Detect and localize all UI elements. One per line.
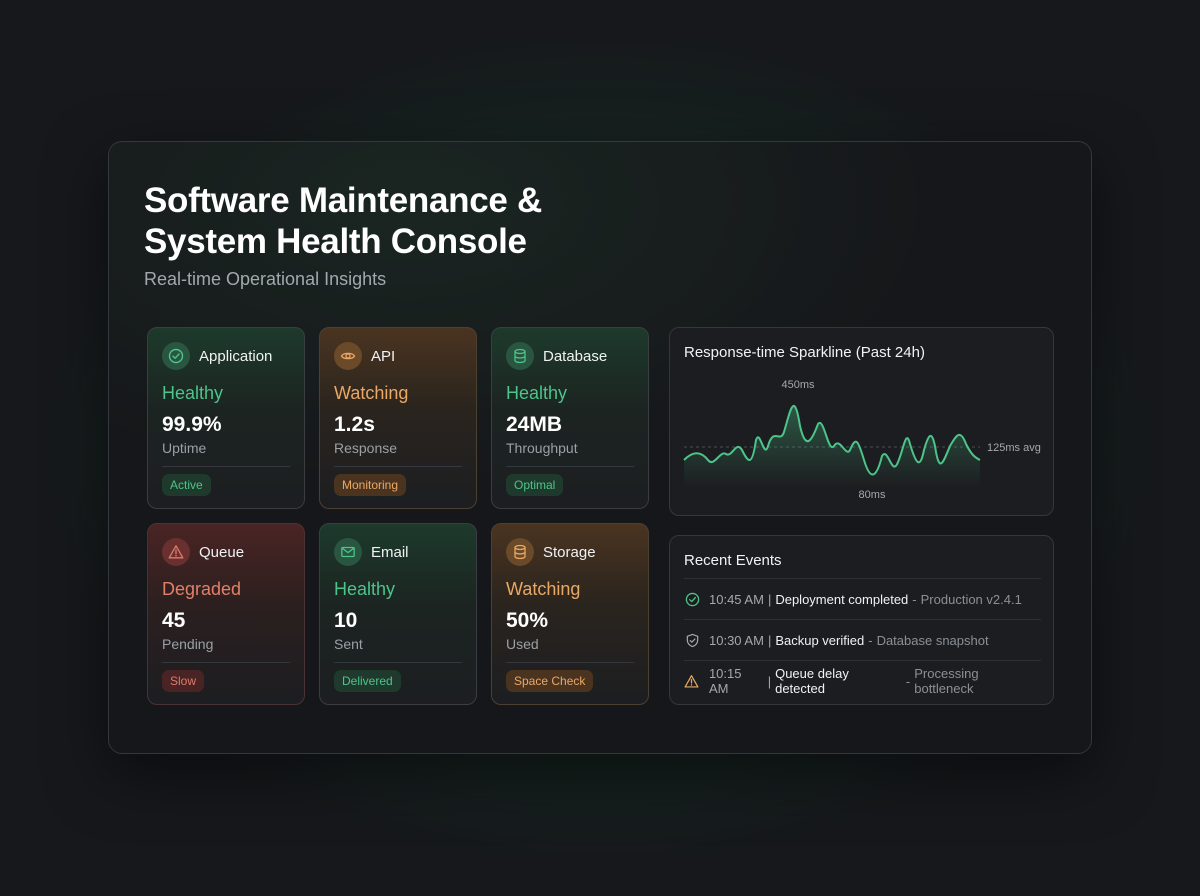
card-name: Database (543, 348, 608, 365)
event-title: Backup verified (775, 632, 865, 648)
card-label: Sent (334, 636, 363, 652)
card-value: 99.9% (162, 413, 222, 436)
status-badge: Active (162, 474, 211, 496)
warning-icon (162, 538, 190, 566)
event-time: 10:45 AM (709, 591, 764, 607)
card-label: Used (506, 636, 539, 652)
status-card-email[interactable]: Email Healthy 10 Sent Delivered (319, 523, 477, 705)
recent-events-panel: Recent Events 10:45 AM | Deployment comp… (669, 535, 1054, 705)
events-title: Recent Events (684, 552, 782, 569)
card-status: Degraded (162, 579, 242, 599)
event-row[interactable]: 10:15 AM | Queue delay detected - Proces… (684, 661, 1041, 701)
status-card-application[interactable]: Application Healthy 99.9% Uptime Active (147, 327, 305, 509)
separator: - (905, 673, 911, 689)
status-card-database[interactable]: Database Healthy 24MB Throughput Optimal (491, 327, 649, 509)
card-value: 10 (334, 609, 358, 632)
check-circle-icon (684, 591, 700, 607)
card-value: 50% (506, 609, 549, 632)
card-name: Queue (199, 544, 245, 561)
card-value: 1.2s (334, 413, 375, 436)
console-panel: Software Maintenance & System Health Con… (108, 141, 1092, 754)
status-card-api[interactable]: API Watching 1.2s Response Monitoring (319, 327, 477, 509)
card-status: Watching (334, 383, 409, 403)
database-icon (506, 342, 534, 370)
card-label: Uptime (162, 440, 207, 456)
event-time: 10:15 AM (708, 666, 742, 696)
separator: - (868, 632, 873, 648)
event-row[interactable]: 10:30 AM | Backup verified - Database sn… (684, 620, 1041, 660)
divider (162, 466, 290, 467)
card-label: Throughput (506, 440, 578, 456)
sparkline-panel: Response-time Sparkline (Past 24h) 450ms… (669, 327, 1054, 516)
status-badge: Delivered (334, 670, 401, 692)
database-icon (506, 538, 534, 566)
separator: | (767, 632, 772, 648)
event-detail: Production v2.4.1 (920, 591, 1022, 607)
card-label: Pending (162, 636, 214, 652)
event-detail: Processing bottleneck (914, 666, 979, 696)
event-time: 10:30 AM (709, 632, 764, 648)
avg-label: 125ms avg (987, 442, 1041, 454)
card-name: API (371, 348, 396, 365)
status-badge: Optimal (506, 474, 564, 496)
event-title: Queue delay detected (775, 666, 849, 696)
card-status: Healthy (334, 579, 396, 599)
card-label: Response (334, 440, 398, 456)
sparkline-chart: 450ms 80ms 125ms avg (683, 379, 1041, 501)
check-circle-icon (162, 342, 190, 370)
card-name: Application (199, 348, 273, 365)
card-value: 45 (162, 609, 186, 632)
divider (334, 662, 462, 663)
separator: - (912, 591, 917, 607)
event-detail: Database snapshot (876, 632, 989, 648)
page-subtitle: Real-time Operational Insights (144, 269, 387, 289)
divider (334, 466, 462, 467)
warning-icon (684, 673, 700, 689)
min-label: 80ms (859, 489, 886, 501)
status-badge: Slow (162, 670, 205, 692)
page-title: Software Maintenance & System Health Con… (144, 181, 542, 261)
card-status: Healthy (506, 383, 568, 403)
status-card-storage[interactable]: Storage Watching 50% Used Space Check (491, 523, 649, 705)
card-status: Watching (506, 579, 581, 599)
event-title: Deployment completed (775, 591, 909, 607)
separator: | (767, 591, 772, 607)
divider (162, 662, 290, 663)
status-badge: Space Check (506, 670, 594, 692)
eye-icon (334, 342, 362, 370)
mail-icon (334, 538, 362, 566)
card-name: Storage (543, 544, 596, 561)
card-name: Email (371, 544, 409, 561)
max-label: 450ms (781, 379, 815, 391)
event-row[interactable]: 10:45 AM | Deployment completed - Produc… (684, 579, 1041, 619)
separator: | (767, 673, 772, 689)
shield-check-icon (684, 632, 700, 648)
divider (506, 466, 634, 467)
divider (506, 662, 634, 663)
status-card-queue[interactable]: Queue Degraded 45 Pending Slow (147, 523, 305, 705)
status-badge: Monitoring (334, 474, 407, 496)
card-value: 24MB (506, 413, 563, 436)
card-status: Healthy (162, 383, 224, 403)
